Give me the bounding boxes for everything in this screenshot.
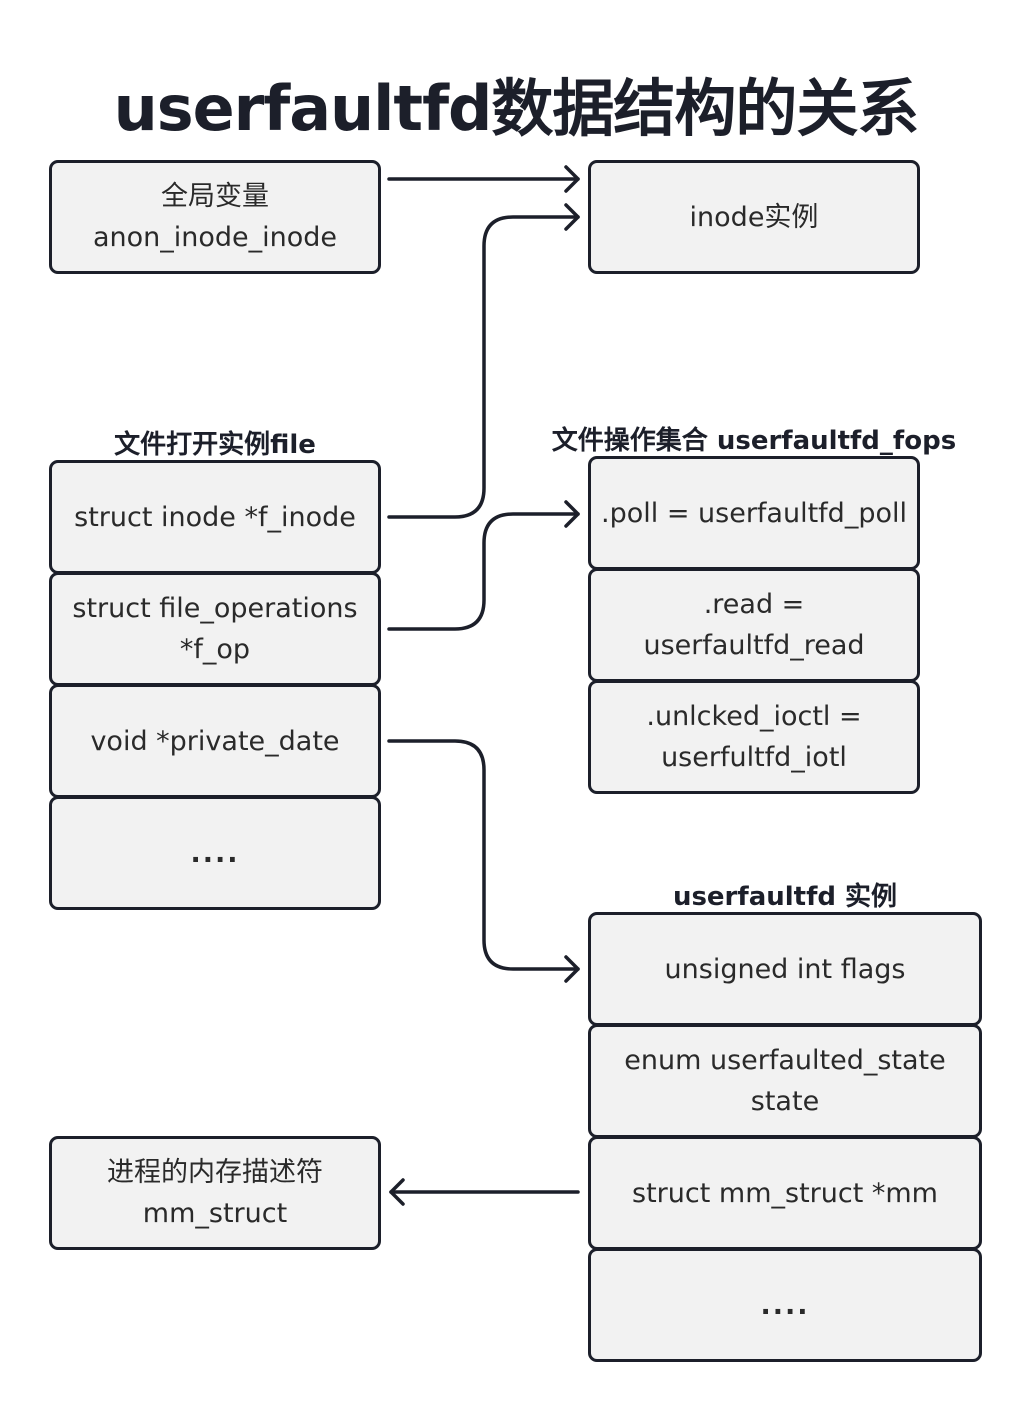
arrow-private-to-uffd: [387, 739, 580, 971]
arrow-f-op-to-fops: [387, 512, 580, 631]
arrow-f-inode-to-inode: [387, 215, 580, 519]
connector-layer: [387, 165, 580, 1206]
